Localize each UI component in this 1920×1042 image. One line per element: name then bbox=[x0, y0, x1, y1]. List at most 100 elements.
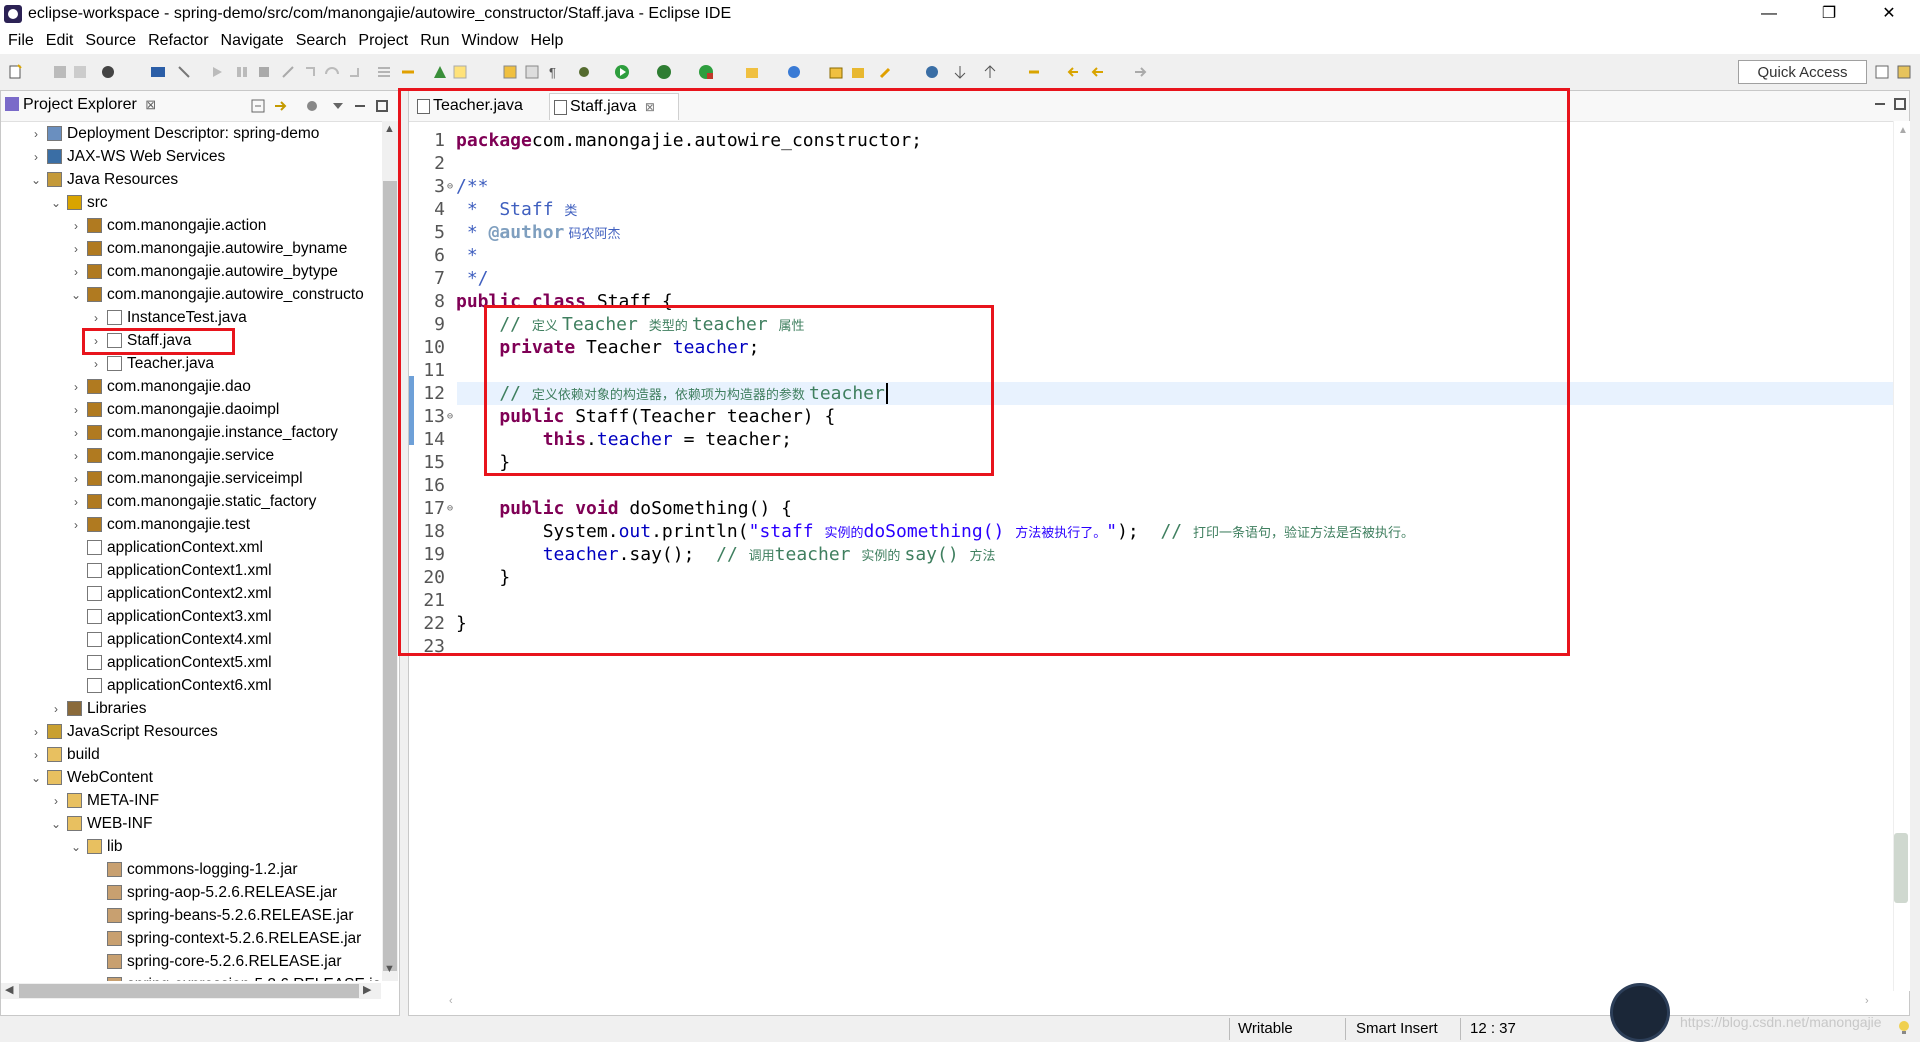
tree-item[interactable]: › JAX-WS Web Services bbox=[1, 146, 381, 168]
explorer-horizontal-scrollbar[interactable]: ◀ ▶ bbox=[1, 983, 381, 999]
mark-occurrences-icon[interactable] bbox=[452, 64, 468, 80]
tree-item[interactable]: commons-logging-1.2.jar bbox=[1, 859, 381, 881]
suspend-icon[interactable] bbox=[234, 64, 250, 80]
expand-arrow-icon[interactable]: › bbox=[71, 514, 81, 536]
collapse-all-icon[interactable] bbox=[251, 99, 265, 113]
minimize-view-icon[interactable] bbox=[353, 99, 367, 113]
tree-item[interactable]: applicationContext3.xml bbox=[1, 606, 381, 628]
expand-arrow-icon[interactable]: › bbox=[71, 215, 81, 237]
tree-item[interactable]: › com.manongajie.daoimpl bbox=[1, 399, 381, 421]
project-explorer-close-icon[interactable]: ⊠ bbox=[145, 97, 156, 112]
collapse-arrow-icon[interactable]: ⌄ bbox=[71, 284, 81, 306]
tree-item[interactable]: applicationContext.xml bbox=[1, 537, 381, 559]
expand-arrow-icon[interactable]: › bbox=[71, 422, 81, 444]
menu-project[interactable]: Project bbox=[358, 32, 408, 50]
tree-item[interactable]: › com.manongajie.static_factory bbox=[1, 491, 381, 513]
block-selection-icon[interactable] bbox=[524, 64, 540, 80]
tree-item[interactable]: ⌄ com.manongajie.autowire_constructo bbox=[1, 284, 381, 306]
tree-item[interactable]: applicationContext2.xml bbox=[1, 583, 381, 605]
expand-arrow-icon[interactable]: › bbox=[71, 491, 81, 513]
previous-annotation-icon[interactable] bbox=[982, 64, 998, 80]
minimize-button[interactable]: — bbox=[1746, 0, 1792, 28]
tree-item[interactable]: › Libraries bbox=[1, 698, 381, 720]
tree-item[interactable]: applicationContext6.xml bbox=[1, 675, 381, 697]
tree-item[interactable]: ⌄ WEB-INF bbox=[1, 813, 381, 835]
tip-lightbulb-icon[interactable] bbox=[1896, 1020, 1912, 1036]
tree-item[interactable]: spring-context-5.2.6.RELEASE.jar bbox=[1, 928, 381, 950]
menu-window[interactable]: Window bbox=[462, 32, 519, 50]
ruler-up-icon[interactable]: ▲ bbox=[1898, 125, 1908, 136]
editor-minimize-icon[interactable] bbox=[1873, 97, 1887, 111]
new-icon[interactable] bbox=[8, 64, 24, 80]
expand-arrow-icon[interactable]: › bbox=[71, 238, 81, 260]
menu-source[interactable]: Source bbox=[85, 32, 136, 50]
resume-icon[interactable] bbox=[210, 64, 226, 80]
tree-item[interactable]: ⌄ WebContent bbox=[1, 767, 381, 789]
collapse-arrow-icon[interactable]: ⌄ bbox=[71, 836, 81, 858]
terminal-icon[interactable] bbox=[150, 64, 166, 80]
expand-arrow-icon[interactable]: › bbox=[71, 468, 81, 490]
tree-item[interactable]: › InstanceTest.java bbox=[1, 307, 381, 329]
step-over-icon[interactable] bbox=[324, 64, 340, 80]
tree-item[interactable]: applicationContext1.xml bbox=[1, 560, 381, 582]
menu-refactor[interactable]: Refactor bbox=[148, 32, 208, 50]
scroll-down-icon[interactable]: ▼ bbox=[384, 963, 395, 975]
tree-item[interactable]: › com.manongajie.action bbox=[1, 215, 381, 237]
open-type-icon[interactable] bbox=[432, 64, 448, 80]
debug-icon[interactable] bbox=[576, 64, 592, 80]
tree-item[interactable]: › Teacher.java bbox=[1, 353, 381, 375]
explorer-hscroll-thumb[interactable] bbox=[19, 984, 359, 998]
quick-access-field[interactable]: Quick Access bbox=[1738, 60, 1867, 84]
tree-item[interactable]: ⌄ src bbox=[1, 192, 381, 214]
project-explorer-tab[interactable]: Project Explorer ⊠ bbox=[5, 96, 156, 114]
show-whitespace-icon[interactable]: ¶ bbox=[546, 64, 562, 80]
menu-navigate[interactable]: Navigate bbox=[221, 32, 284, 50]
tree-item[interactable]: ⌄ Java Resources bbox=[1, 169, 381, 191]
tree-item[interactable]: spring-aop-5.2.6.RELEASE.jar bbox=[1, 882, 381, 904]
editor-scroll-left-icon[interactable]: ‹ bbox=[449, 995, 453, 1007]
expand-arrow-icon[interactable]: › bbox=[91, 353, 101, 375]
back-icon[interactable] bbox=[1066, 64, 1082, 80]
new-java-class-icon[interactable] bbox=[786, 64, 802, 80]
expand-arrow-icon[interactable]: › bbox=[31, 123, 41, 145]
editor-maximize-icon[interactable] bbox=[1893, 97, 1907, 111]
scroll-left-icon[interactable]: ◀ bbox=[5, 983, 13, 996]
next-annotation-icon[interactable] bbox=[952, 64, 968, 80]
tree-item[interactable]: › com.manongajie.dao bbox=[1, 376, 381, 398]
expand-arrow-icon[interactable]: › bbox=[31, 721, 41, 743]
tree-item[interactable]: spring-expression-5.2.6.RELEASE.ja bbox=[1, 974, 381, 981]
menu-run[interactable]: Run bbox=[420, 32, 449, 50]
ruler-thumb[interactable] bbox=[1894, 833, 1908, 903]
view-menu-focus-icon[interactable] bbox=[305, 99, 319, 113]
external-tools-icon[interactable] bbox=[698, 64, 714, 80]
collapse-arrow-icon[interactable]: ⌄ bbox=[51, 813, 61, 835]
expand-arrow-icon[interactable]: › bbox=[91, 307, 101, 329]
collapse-arrow-icon[interactable]: ⌄ bbox=[31, 767, 41, 789]
expand-arrow-icon[interactable]: › bbox=[71, 376, 81, 398]
menu-file[interactable]: File bbox=[8, 32, 34, 50]
tree-item[interactable]: › com.manongajie.serviceimpl bbox=[1, 468, 381, 490]
link-with-editor-icon[interactable] bbox=[273, 99, 287, 113]
step-return-icon[interactable] bbox=[346, 64, 362, 80]
tree-item[interactable]: › Deployment Descriptor: spring-demo bbox=[1, 123, 381, 145]
new-java-project-icon[interactable] bbox=[744, 64, 760, 80]
menu-search[interactable]: Search bbox=[296, 32, 347, 50]
expand-arrow-icon[interactable]: › bbox=[31, 744, 41, 766]
editor-scroll-right-icon[interactable]: › bbox=[1865, 995, 1869, 1007]
open-perspective-button-icon[interactable] bbox=[1874, 64, 1890, 80]
overview-ruler[interactable]: ▲ bbox=[1893, 121, 1910, 991]
tree-item[interactable]: › com.manongajie.instance_factory bbox=[1, 422, 381, 444]
profile-icon[interactable] bbox=[100, 64, 116, 80]
tree-item[interactable]: ⌄ lib bbox=[1, 836, 381, 858]
tree-item[interactable]: applicationContext5.xml bbox=[1, 652, 381, 674]
last-edit-location-icon[interactable] bbox=[1026, 64, 1042, 80]
menu-help[interactable]: Help bbox=[530, 32, 563, 50]
save-all-icon[interactable] bbox=[72, 64, 88, 80]
scroll-up-icon[interactable]: ▲ bbox=[384, 123, 395, 135]
collapse-arrow-icon[interactable]: ⌄ bbox=[31, 169, 41, 191]
expand-arrow-icon[interactable]: › bbox=[71, 399, 81, 421]
editor-horizontal-scrollbar[interactable]: ‹ › bbox=[445, 995, 1893, 1013]
terminate-icon[interactable] bbox=[256, 64, 272, 80]
coverage-icon[interactable] bbox=[656, 64, 672, 80]
disconnect-icon[interactable] bbox=[280, 64, 296, 80]
